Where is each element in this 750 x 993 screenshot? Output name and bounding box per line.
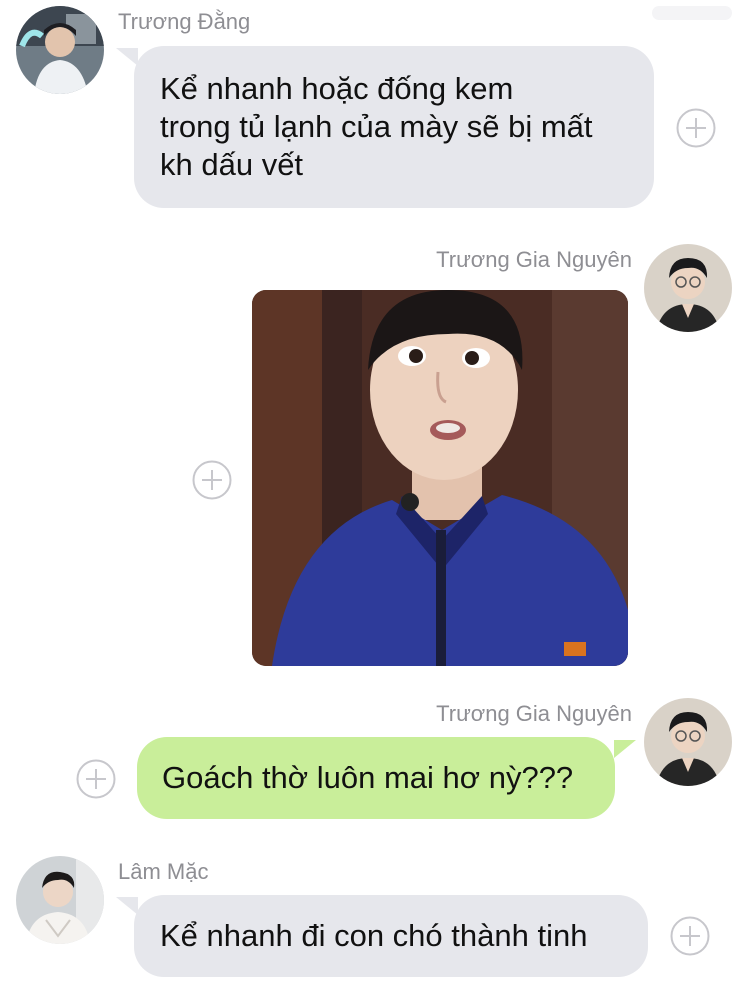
top-scroll-hint [652,6,732,20]
avatar-lam-mac[interactable] [16,856,104,944]
avatar-truong-gia-nguyen[interactable] [644,244,732,332]
message-text-line: kh dấu vết [160,147,304,182]
avatar-truong-gia-nguyen[interactable] [644,698,732,786]
sender-name: Lâm Mặc [118,859,209,884]
add-reaction-icon[interactable] [76,759,116,799]
message-image[interactable] [252,290,628,666]
message-text-line: trong tủ lạnh của mày sẽ bị mất [160,109,593,144]
add-reaction-icon[interactable] [670,916,710,956]
message-bubble[interactable]: Kể nhanh đi con chó thành tinh [134,895,648,977]
add-reaction-icon[interactable] [676,108,716,148]
message-bubble[interactable]: Goách thờ luôn mai hơ nỳ??? [137,737,615,819]
bubble-tail [614,740,636,758]
message-bubble[interactable]: Kể nhanh hoặc đống kem trong tủ lạnh của… [134,46,654,208]
bubble-tail [116,897,138,915]
sender-name: Trương Đằng [118,9,251,34]
add-reaction-icon[interactable] [192,460,232,500]
bubble-tail [116,48,138,66]
message-text-line: Kể nhanh hoặc đống kem [160,71,514,106]
message-text-line: Kể nhanh đi con chó thành tinh [160,918,588,953]
avatar-truong-dang[interactable] [16,6,104,94]
message-text-line: Goách thờ luôn mai hơ nỳ??? [162,760,574,795]
sender-name: Trương Gia Nguyên [436,701,632,726]
sender-name: Trương Gia Nguyên [436,247,632,272]
